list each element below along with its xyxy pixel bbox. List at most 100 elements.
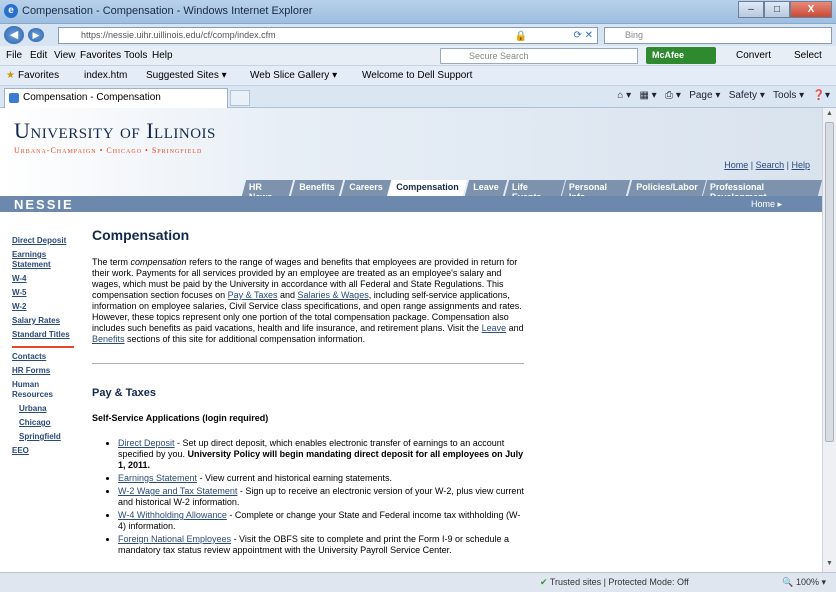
page-menu[interactable]: Page ▾	[689, 90, 720, 101]
zoom-control[interactable]: 🔍 100% ▾	[782, 577, 826, 588]
lock-icon[interactable]: 🔒	[515, 29, 527, 44]
nav-tab-life-events[interactable]: Life Events	[504, 180, 565, 202]
sidebar-item-chicago[interactable]: Chicago	[12, 418, 74, 428]
sidebar-item-eeo[interactable]: EEO	[12, 446, 74, 456]
nessie-brand[interactable]: NESSIE	[14, 197, 74, 212]
address-bar-row: ◀ ▶ https://nessie.uihr.uillinois.edu/cf…	[0, 24, 836, 46]
nav-tab-compensation[interactable]: Compensation	[388, 180, 468, 196]
star-icon: ★	[6, 70, 15, 81]
list-item: Foreign National Employees - Visit the O…	[118, 534, 524, 556]
menu-tools[interactable]: Tools	[124, 50, 147, 61]
nav-tab-benefits[interactable]: Benefits	[291, 180, 344, 196]
sidebar-item-standard-titles[interactable]: Standard Titles	[12, 330, 74, 340]
window-controls: – □ X	[738, 1, 832, 19]
select-button[interactable]: Select	[794, 50, 822, 61]
nav-tab-hr-news[interactable]: HR News	[241, 180, 294, 202]
site-header: University of Illinois Urbana-Champaign …	[0, 108, 822, 202]
intro-text: and	[506, 323, 524, 333]
minimize-button[interactable]: –	[738, 1, 764, 18]
nav-tab-personal-info[interactable]: Personal Info	[561, 180, 630, 202]
sidebar-item-w2[interactable]: W-2	[12, 302, 74, 312]
back-button[interactable]: ◀	[4, 26, 24, 44]
scroll-up-icon[interactable]: ▲	[825, 110, 834, 120]
tab-compensation[interactable]: Compensation - Compensation	[4, 88, 228, 108]
list-item: Earnings Statement - View current and hi…	[118, 473, 524, 484]
safety-menu[interactable]: Safety ▾	[729, 90, 765, 101]
sidebar-item-direct-deposit[interactable]: Direct Deposit	[12, 236, 74, 246]
print-icon[interactable]: ⎙ ▾	[665, 90, 681, 101]
tab-bar: Compensation - Compensation ⌂ ▾ ▦ ▾ ⎙ ▾ …	[0, 86, 836, 108]
nav-tab-label: Careers	[349, 182, 383, 192]
tools-menu[interactable]: Tools ▾	[773, 90, 804, 101]
menu-help[interactable]: Help	[152, 50, 173, 61]
nav-tab-leave[interactable]: Leave	[464, 180, 507, 196]
help-icon[interactable]: ❓▾	[813, 90, 830, 101]
list-item: Direct Deposit - Set up direct deposit, …	[118, 438, 524, 471]
menu-favorites[interactable]: Favorites	[80, 50, 121, 61]
secure-search-input[interactable]: Secure Search	[440, 48, 638, 64]
w2-link[interactable]: W-2 Wage and Tax Statement	[118, 486, 237, 496]
search-input[interactable]: Bing	[604, 27, 832, 44]
nav-tab-prof-dev[interactable]: Professional Development	[703, 180, 822, 202]
top-link-home[interactable]: Home	[724, 160, 748, 170]
intro-text: The term	[92, 257, 131, 267]
fav-item-index[interactable]: index.htm	[84, 70, 127, 81]
sidebar-item-salary-rates[interactable]: Salary Rates	[12, 316, 74, 326]
forward-button[interactable]: ▶	[28, 28, 44, 42]
sidebar-item-hr-forms[interactable]: HR Forms	[12, 366, 74, 376]
scroll-down-icon[interactable]: ▼	[825, 560, 834, 570]
menu-view[interactable]: View	[54, 50, 76, 61]
university-logo[interactable]: University of Illinois	[14, 118, 216, 144]
salaries-wages-link[interactable]: Salaries & Wages	[298, 290, 369, 300]
foreign-national-link[interactable]: Foreign National Employees	[118, 534, 231, 544]
sidebar: Direct Deposit Earnings Statement W-4 W-…	[12, 236, 74, 460]
direct-deposit-link[interactable]: Direct Deposit	[118, 438, 175, 448]
scrollbar-thumb[interactable]	[825, 122, 834, 442]
vertical-scrollbar[interactable]: ▲ ▼	[822, 108, 836, 572]
nav-tab-label: Benefits	[299, 182, 336, 192]
refresh-icon[interactable]: ⟳ ✕	[573, 28, 593, 43]
sidebar-item-springfield[interactable]: Springfield	[12, 432, 74, 442]
fav-item-webslice[interactable]: Web Slice Gallery ▾	[250, 70, 337, 81]
fav-item-dell[interactable]: Welcome to Dell Support	[362, 70, 472, 81]
feeds-icon[interactable]: ▦ ▾	[639, 90, 656, 101]
convert-button[interactable]: Convert	[736, 50, 771, 61]
nav-tab-label: Leave	[473, 182, 499, 192]
benefits-link[interactable]: Benefits	[92, 334, 125, 344]
leave-link[interactable]: Leave	[482, 323, 507, 333]
nav-tab-label: Policies/Labor	[636, 182, 698, 192]
protected-mode-status[interactable]: ✔ Trusted sites | Protected Mode: Off	[540, 577, 689, 588]
address-input[interactable]: https://nessie.uihr.uillinois.edu/cf/com…	[58, 27, 598, 44]
intro-emphasis: compensation	[130, 257, 187, 267]
fav-item-suggested[interactable]: Suggested Sites ▾	[146, 70, 227, 81]
favorites-button[interactable]: Favorites	[18, 70, 59, 81]
window-titlebar: e Compensation - Compensation - Windows …	[0, 0, 836, 24]
section-divider	[92, 363, 524, 364]
sidebar-item-contacts[interactable]: Contacts	[12, 352, 74, 362]
top-link-search[interactable]: Search	[756, 160, 785, 170]
pay-taxes-link[interactable]: Pay & Taxes	[228, 290, 278, 300]
self-service-list: Direct Deposit - Set up direct deposit, …	[118, 438, 524, 556]
sidebar-item-w5[interactable]: W-5	[12, 288, 74, 298]
sidebar-item-urbana[interactable]: Urbana	[12, 404, 74, 414]
sidebar-item-human-resources[interactable]: Human Resources	[12, 380, 74, 400]
home-icon[interactable]: ⌂ ▾	[617, 90, 631, 101]
w4-link[interactable]: W-4 Withholding Allowance	[118, 510, 227, 520]
sidebar-item-earnings[interactable]: Earnings Statement	[12, 250, 74, 270]
nav-tab-careers[interactable]: Careers	[340, 180, 391, 196]
nav-tab-policies[interactable]: Policies/Labor	[627, 180, 706, 196]
menu-edit[interactable]: Edit	[30, 50, 47, 61]
site-nav-tabs: HR News Benefits Careers Compensation Le…	[241, 180, 822, 202]
top-link-help[interactable]: Help	[791, 160, 810, 170]
sidebar-item-w4[interactable]: W-4	[12, 274, 74, 284]
page-content: University of Illinois Urbana-Champaign …	[0, 108, 822, 572]
new-tab-button[interactable]	[230, 90, 250, 106]
home-link[interactable]: Home ▸	[751, 199, 782, 210]
subsection-title: Self-Service Applications (login require…	[92, 413, 269, 423]
menu-file[interactable]: File	[6, 50, 22, 61]
url-text: https://nessie.uihr.uillinois.edu/cf/com…	[81, 30, 276, 40]
close-button[interactable]: X	[790, 1, 832, 18]
restore-button[interactable]: □	[764, 1, 790, 18]
earnings-statement-link[interactable]: Earnings Statement	[118, 473, 197, 483]
mcafee-button[interactable]: McAfee	[646, 47, 716, 64]
